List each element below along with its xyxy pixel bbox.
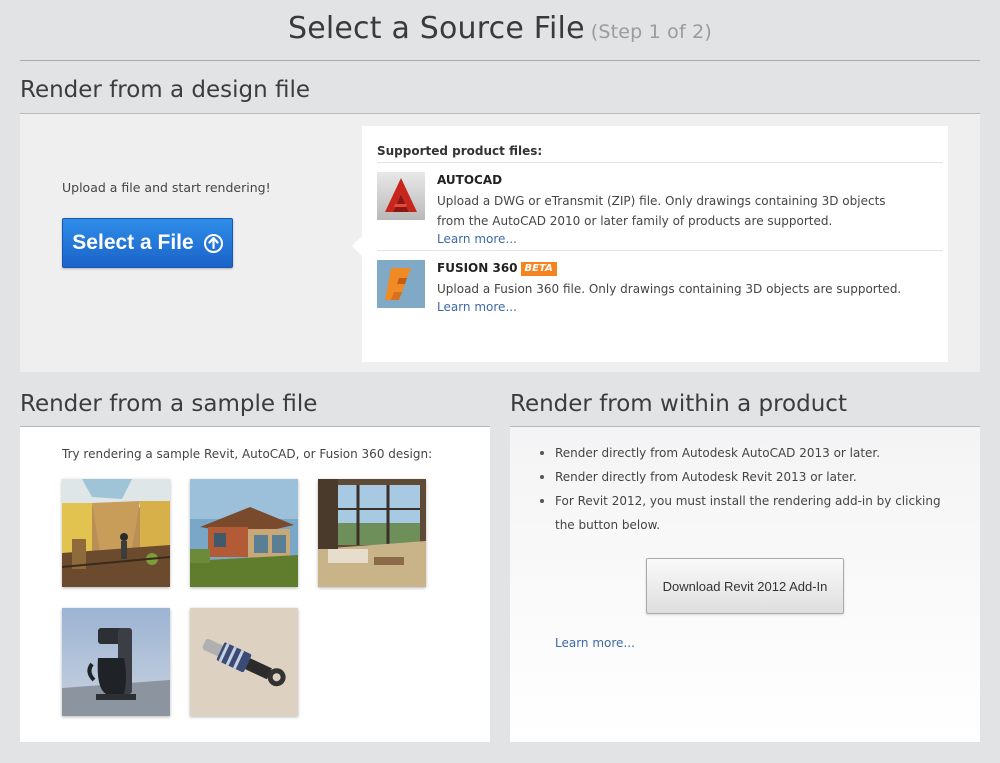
product-divider [377, 250, 943, 251]
sample-thumb-shock-absorber[interactable] [190, 608, 298, 716]
supported-files-title: Supported product files: [377, 144, 543, 158]
sample-thumb-atrium[interactable] [62, 479, 170, 587]
page-header: Select a Source File (Step 1 of 2) [20, 0, 980, 61]
product-name-text: FUSION 360 [437, 261, 518, 275]
design-section-title: Render from a design file [20, 77, 311, 103]
sample-intro-text: Try rendering a sample Revit, AutoCAD, o… [62, 447, 433, 461]
step-indicator: (Step 1 of 2) [590, 21, 713, 43]
sample-section-title: Render from a sample file [20, 391, 318, 417]
supported-files-box: Supported product files: AUTOCAD Upload … [352, 126, 948, 362]
sample-thumb-coffee-maker[interactable] [62, 608, 170, 716]
bullet-item: For Revit 2012, you must install the ren… [538, 489, 958, 537]
product-description: Upload a DWG or eTransmit (ZIP) file. On… [437, 194, 886, 228]
page-title-text: Select a Source File [287, 11, 585, 46]
product-autocad: AUTOCAD Upload a DWG or eTransmit (ZIP) … [377, 172, 943, 248]
select-file-button[interactable]: Select a File [62, 218, 233, 268]
up-arrow-circle-icon [203, 233, 223, 253]
product-fusion360: FUSION 360 BETA Upload a Fusion 360 file.… [377, 260, 943, 320]
upload-prompt: Upload a file and start rendering! [62, 180, 271, 195]
autocad-logo-icon [377, 172, 425, 220]
sample-file-panel: Try rendering a sample Revit, AutoCAD, o… [20, 427, 490, 742]
product-name: AUTOCAD [437, 173, 503, 187]
within-section-title: Render from within a product [510, 391, 847, 417]
within-bullet-list: Render directly from Autodesk AutoCAD 20… [538, 441, 958, 537]
autocad-learn-more-link[interactable]: Learn more... [437, 232, 517, 246]
fusion360-logo-icon [377, 260, 425, 308]
bullet-item: Render directly from Autodesk AutoCAD 20… [538, 441, 958, 465]
select-file-label: Select a File [72, 231, 194, 254]
bullet-item: Render directly from Autodesk Revit 2013… [538, 465, 958, 489]
supported-divider [377, 162, 943, 163]
fusion360-learn-more-link[interactable]: Learn more... [437, 300, 517, 314]
within-product-panel: Render directly from Autodesk AutoCAD 20… [510, 427, 980, 742]
within-learn-more-link[interactable]: Learn more... [555, 636, 635, 650]
sample-thumb-living-room[interactable] [318, 479, 426, 587]
design-file-panel: Upload a file and start rendering! Selec… [20, 114, 980, 372]
product-name: FUSION 360 BETA [437, 261, 557, 276]
download-revit-addin-button[interactable]: Download Revit 2012 Add-In [646, 558, 844, 614]
callout-arrow [352, 236, 362, 256]
beta-badge: BETA [520, 262, 557, 276]
sample-thumb-house[interactable] [190, 479, 298, 587]
page-title: Select a Source File (Step 1 of 2) [288, 11, 712, 46]
product-description: Upload a Fusion 360 file. Only drawings … [437, 282, 902, 296]
